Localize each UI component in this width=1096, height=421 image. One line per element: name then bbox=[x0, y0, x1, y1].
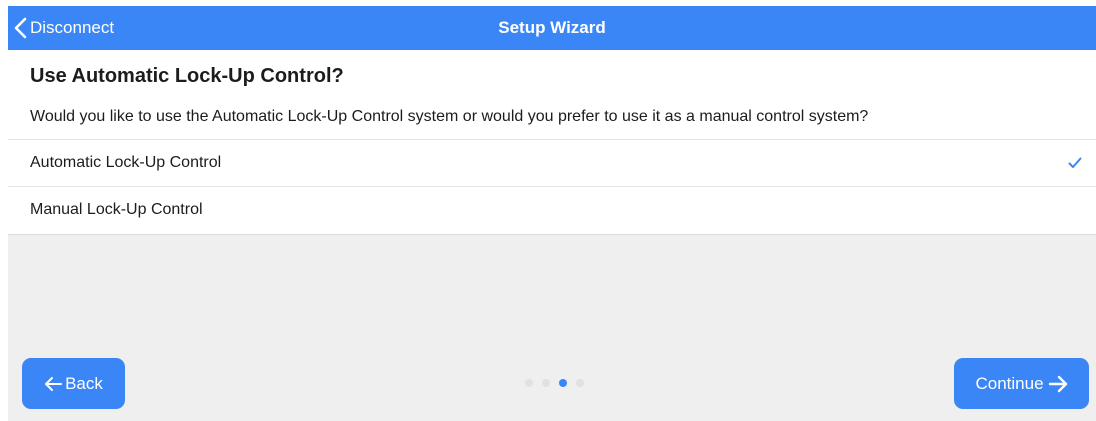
page-dot-active bbox=[559, 379, 567, 387]
option-automatic-lockup[interactable]: Automatic Lock-Up Control bbox=[8, 139, 1096, 186]
arrow-left-icon bbox=[44, 376, 65, 392]
checkmark-icon bbox=[1068, 156, 1082, 174]
navigation-bar: Disconnect Setup Wizard bbox=[8, 6, 1096, 50]
page-dot bbox=[525, 379, 533, 387]
back-button[interactable]: Back bbox=[22, 358, 125, 409]
page-title: Setup Wizard bbox=[498, 18, 606, 37]
question-title: Use Automatic Lock-Up Control? bbox=[30, 65, 344, 87]
back-label: Back bbox=[65, 373, 103, 393]
page-indicator bbox=[525, 379, 584, 387]
arrow-right-icon bbox=[1044, 375, 1068, 393]
chevron-left-icon bbox=[14, 17, 27, 39]
disconnect-button[interactable]: Disconnect bbox=[14, 6, 114, 50]
disconnect-label: Disconnect bbox=[30, 18, 115, 37]
question-panel: Use Automatic Lock-Up Control? Would you… bbox=[8, 50, 1096, 235]
question-description: Would you like to use the Automatic Lock… bbox=[30, 108, 869, 125]
option-label: Manual Lock-Up Control bbox=[30, 201, 203, 218]
page-dot bbox=[542, 379, 550, 387]
continue-button[interactable]: Continue bbox=[954, 358, 1089, 409]
option-manual-lockup[interactable]: Manual Lock-Up Control bbox=[8, 186, 1096, 235]
setup-wizard-screen: Disconnect Setup Wizard Use Automatic Lo… bbox=[8, 6, 1096, 421]
option-label: Automatic Lock-Up Control bbox=[30, 154, 222, 171]
page-dot bbox=[576, 379, 584, 387]
continue-label: Continue bbox=[975, 373, 1044, 393]
